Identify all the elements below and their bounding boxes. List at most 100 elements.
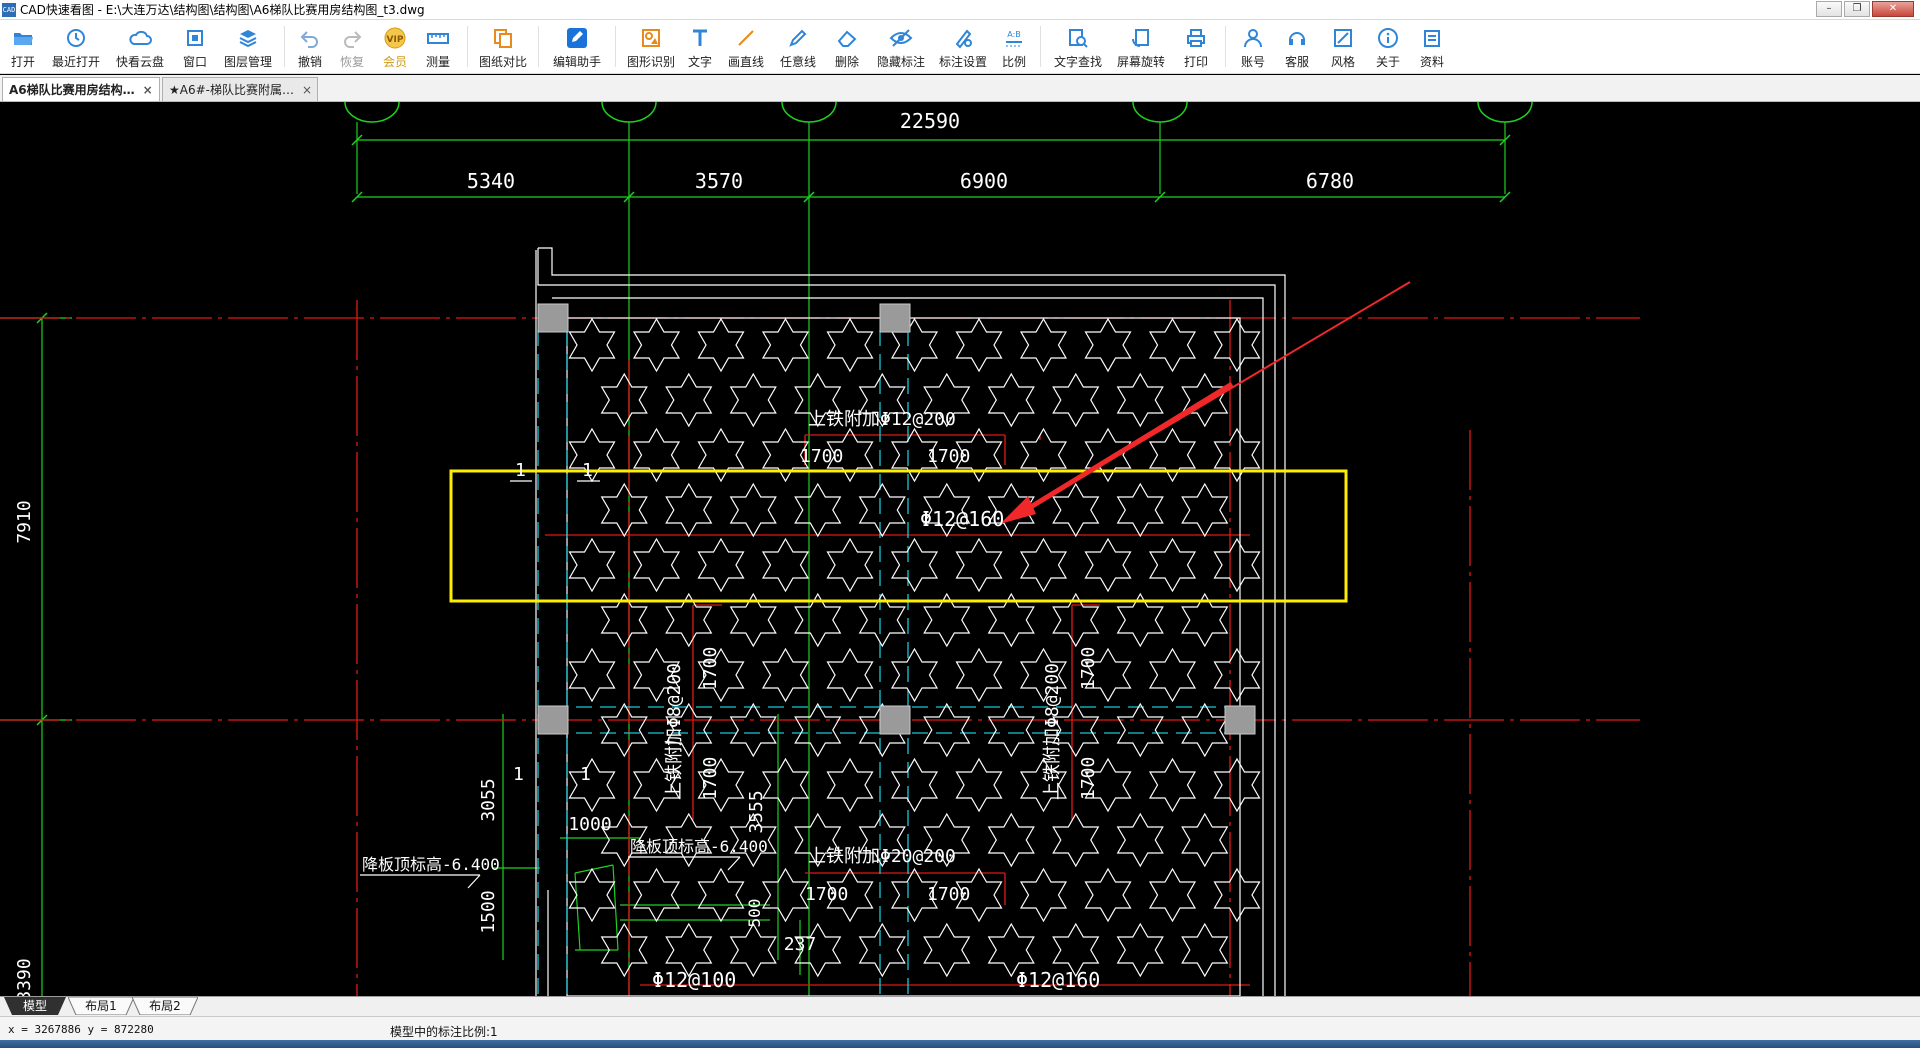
hatch-star [987, 372, 1035, 428]
close-tab-icon[interactable]: × [143, 83, 153, 97]
vip-icon: VIP [382, 25, 408, 51]
dim-bay-text: 6780 [1306, 169, 1354, 193]
toolbar-vip-button[interactable]: VIP 会员 [375, 20, 415, 74]
hatch-star [1116, 372, 1164, 428]
eraser-icon [834, 25, 860, 51]
hatch-star [1019, 867, 1068, 923]
toolbar-about-button[interactable]: 关于 [1366, 20, 1410, 74]
toolbar-hide-annotation-button[interactable]: 隐藏标注 [870, 20, 932, 74]
pen-icon [785, 25, 811, 51]
layout-tab-1[interactable]: 布局1 [68, 997, 134, 1015]
hatch-star [568, 647, 616, 703]
layout-tab-2[interactable]: 布局2 [132, 997, 198, 1015]
toolbar-cloud-button[interactable]: 快看云盘 [108, 20, 172, 74]
hatch-star [826, 537, 874, 593]
toolbar-undo-button[interactable]: 撤销 [291, 20, 329, 74]
document-tab[interactable]: ★A6#-梯队比赛附属… × [162, 77, 318, 101]
layers-icon [235, 25, 261, 51]
hatch-star [1213, 537, 1261, 593]
drawing-canvas[interactable]: 22590 5340 3570 6900 6780 7910 3390 3055… [0, 102, 1920, 996]
level-note: 降板顶标高-6.400 [362, 855, 500, 874]
layout-tab-model[interactable]: 模型 [4, 997, 66, 1015]
wall-outline [537, 248, 1276, 996]
toolbar-text-button[interactable]: 文字 [680, 20, 720, 74]
hatch-star [1148, 537, 1197, 593]
hatch-star [858, 482, 906, 538]
cloud-icon [127, 25, 153, 51]
hatch-star [955, 317, 1003, 373]
toolbar-recent-button[interactable]: 最近打开 [44, 20, 108, 74]
toolbar-docs-button[interactable]: 资料 [1410, 20, 1454, 74]
open-folder-icon [10, 25, 36, 51]
hatch-star [1116, 812, 1164, 868]
cad-drawing: 22590 5340 3570 6900 6780 7910 3390 3055… [0, 102, 1640, 996]
toolbar-layers-button[interactable]: 图层管理 [218, 20, 278, 74]
document-tab-active[interactable]: A6梯队比赛用房结构… × [2, 77, 160, 101]
close-tab-icon[interactable]: × [302, 83, 312, 97]
toolbar-rotate-button[interactable]: 屏幕旋转 [1109, 20, 1173, 74]
axis-bubble [1477, 102, 1533, 123]
toolbar-measure-button[interactable]: 测量 [415, 20, 461, 74]
length-label: 1700 [1078, 757, 1099, 800]
toolbar-separator [538, 26, 539, 67]
undo-icon [297, 25, 323, 51]
hatch-star [1116, 702, 1164, 758]
toolbar-delete-button[interactable]: 删除 [824, 20, 870, 74]
dim-1000-text: 1000 [568, 814, 611, 835]
hatch-star [1181, 482, 1229, 538]
toolbar-print-button[interactable]: 打印 [1173, 20, 1219, 74]
toolbar-account-button[interactable]: 账号 [1232, 20, 1274, 74]
hatch-star [1148, 317, 1197, 373]
hatch-star [600, 372, 648, 428]
section-mark: 1 [513, 764, 524, 785]
toolbar-freehand-button[interactable]: 任意线 [772, 20, 824, 74]
hatch-star [1181, 922, 1229, 978]
dim-bay-text: 5340 [467, 169, 515, 193]
hatch-star [923, 922, 971, 978]
hatch-star [729, 482, 777, 538]
column [537, 303, 569, 333]
dim-3390-text: 3390 [14, 958, 35, 996]
restore-button[interactable]: ❐ [1844, 1, 1870, 17]
dim-bay-text: 3570 [695, 169, 743, 193]
toolbar-service-button[interactable]: 客服 [1274, 20, 1320, 74]
length-label: 1700 [800, 446, 843, 467]
toolbar-style-button[interactable]: 风格 [1320, 20, 1366, 74]
style-icon [1330, 25, 1356, 51]
minimize-button[interactable]: – [1816, 1, 1842, 17]
toolbar-edit-assistant-button[interactable]: 编辑助手 [545, 20, 609, 74]
os-taskbar [0, 1040, 1920, 1048]
rebar-label-top12: 上铁附加Φ12@200 [808, 409, 956, 430]
section-mark: 1 [580, 764, 591, 785]
hatch-star [1181, 812, 1229, 868]
hatch-star [955, 757, 1003, 813]
dim-3555-text: 3555 [746, 790, 767, 833]
rebar-label-top8-right: 上铁附加Φ8@200 [1042, 663, 1063, 800]
hatch-star [1148, 867, 1197, 923]
hatch-star [1213, 647, 1261, 703]
toolbar-window-button[interactable]: 窗口 [172, 20, 218, 74]
column [879, 303, 911, 333]
toolbar-redo-button[interactable]: 恢复 [329, 20, 375, 74]
toolbar-scale-button[interactable]: A:B 比例 [994, 20, 1034, 74]
toolbar-compare-button[interactable]: 图纸对比 [474, 20, 532, 74]
rebar-label-top20: 上铁附加Φ20@200 [808, 846, 956, 867]
close-window-button[interactable]: ✕ [1872, 1, 1914, 17]
hatch-star [826, 647, 874, 703]
toolbar-recognize-button[interactable]: 图形识别 [622, 20, 680, 74]
toolbar-open-button[interactable]: 打开 [2, 20, 44, 74]
redo-icon [339, 25, 365, 51]
leader-line [727, 856, 741, 871]
hatch-star [1084, 317, 1132, 373]
hatch-star [1148, 427, 1197, 483]
length-label: 1700 [927, 446, 970, 467]
rotate-icon [1128, 25, 1154, 51]
hatch-star [1148, 647, 1197, 703]
toolbar-line-button[interactable]: 画直线 [720, 20, 772, 74]
axis-bubble [601, 102, 657, 123]
document-tab-bar: A6梯队比赛用房结构… × ★A6#-梯队比赛附属… × [0, 75, 1920, 102]
hatch-star [568, 757, 616, 813]
toolbar-text-search-button[interactable]: 文字查找 [1047, 20, 1109, 74]
toolbar-annotation-settings-button[interactable]: 标注设置 [932, 20, 994, 74]
hatch-star [568, 317, 616, 373]
